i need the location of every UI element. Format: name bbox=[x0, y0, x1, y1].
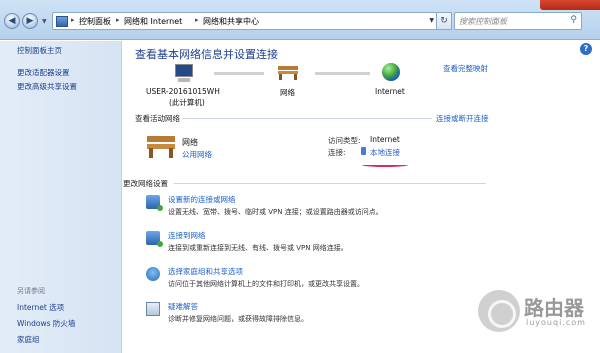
left-link-change-advanced-sharing[interactable]: 更改高级共享设置 bbox=[17, 81, 77, 92]
forward-button[interactable]: ▶ bbox=[22, 13, 38, 29]
homegroup-icon bbox=[146, 267, 160, 281]
search-box[interactable]: 搜索控制面板 ⚲ bbox=[454, 12, 582, 30]
watermark-text: 路由器 bbox=[524, 296, 584, 320]
close-window-button[interactable] bbox=[540, 0, 600, 10]
active-networks-title: 查看活动网络 bbox=[135, 114, 180, 123]
map-connector bbox=[315, 72, 370, 75]
chevron-right-icon: ▸ bbox=[71, 16, 75, 24]
connect-to-network-desc: 连接到或重新连接到无线、有线、拨号或 VPN 网络连接。 bbox=[168, 244, 348, 252]
left-link-internet-options[interactable]: Internet 选项 bbox=[17, 302, 64, 313]
highlight-annotation bbox=[362, 163, 408, 167]
refresh-button[interactable]: ↻ bbox=[436, 12, 452, 30]
breadcrumb-control-panel[interactable]: 控制面板 bbox=[79, 16, 111, 27]
address-bar[interactable]: ▸ 控制面板 ▸ 网络和 Internet ▸ 网络和共享中心 ▼ bbox=[52, 12, 438, 30]
refresh-icon: ↻ bbox=[440, 16, 448, 26]
local-connection-icon bbox=[361, 147, 366, 155]
router-logo-icon bbox=[478, 290, 520, 332]
breadcrumb-network-sharing-center[interactable]: 网络和共享中心 bbox=[203, 16, 259, 27]
chevron-right-icon: ▸ bbox=[195, 16, 199, 24]
search-input[interactable]: 搜索控制面板 bbox=[459, 16, 507, 27]
access-type-value: Internet bbox=[370, 135, 400, 144]
chevron-right-icon: ▸ bbox=[116, 16, 120, 24]
computer-name: USER-20161015WH bbox=[146, 87, 220, 96]
connection-label: 连接: bbox=[328, 148, 346, 157]
access-type-label: 访问类型: bbox=[328, 136, 361, 145]
network-bench-icon bbox=[147, 136, 175, 158]
divider bbox=[174, 183, 486, 184]
homegroup-sharing-desc: 访问位于其他网络计算机上的文件和打印机，或更改共享设置。 bbox=[168, 280, 364, 288]
connect-to-network-link[interactable]: 连接到网络 bbox=[168, 230, 206, 241]
map-internet-label: Internet bbox=[375, 87, 405, 96]
watermark-url: luyouqi.com bbox=[526, 318, 586, 327]
help-button[interactable]: ? bbox=[580, 43, 592, 55]
network-name: 网络 bbox=[182, 138, 198, 147]
breadcrumb-network-internet[interactable]: 网络和 Internet bbox=[124, 16, 182, 27]
help-icon: ? bbox=[583, 44, 589, 53]
setup-connection-link[interactable]: 设置新的连接或网络 bbox=[168, 194, 236, 205]
view-full-map-link[interactable]: 查看完整映射 bbox=[443, 63, 488, 74]
page-title: 查看基本网络信息并设置连接 bbox=[135, 48, 278, 61]
homegroup-sharing-link[interactable]: 选择家庭组和共享选项 bbox=[168, 266, 243, 277]
divider bbox=[182, 118, 432, 119]
left-pane: 控制面板主页 更改适配器设置 更改高级共享设置 另请参阅 Internet 选项… bbox=[0, 41, 122, 353]
connect-network-icon bbox=[146, 231, 163, 247]
troubleshoot-desc: 诊断并修复网络问题，或获得故障排除信息。 bbox=[168, 315, 308, 323]
local-connection-link[interactable]: 本地连接 bbox=[370, 147, 400, 158]
map-connector bbox=[214, 72, 264, 75]
forward-arrow-icon: ▶ bbox=[26, 16, 34, 26]
left-link-windows-firewall[interactable]: Windows 防火墙 bbox=[17, 318, 75, 329]
troubleshoot-icon bbox=[146, 302, 160, 316]
left-link-homegroup[interactable]: 家庭组 bbox=[17, 334, 40, 345]
computer-icon bbox=[173, 64, 195, 84]
left-link-change-adapter-settings[interactable]: 更改适配器设置 bbox=[17, 67, 70, 78]
network-type-link[interactable]: 公用网络 bbox=[182, 149, 212, 160]
computer-caption: (此计算机) bbox=[169, 98, 205, 107]
search-icon[interactable]: ⚲ bbox=[570, 15, 577, 25]
back-button[interactable]: ◀ bbox=[4, 13, 20, 29]
recent-pages-dropdown-icon[interactable]: ▼ bbox=[42, 18, 47, 25]
left-link-control-panel-home[interactable]: 控制面板主页 bbox=[17, 45, 62, 56]
setup-connection-desc: 设置无线、宽带、拨号、临时或 VPN 连接；或设置路由器或访问点。 bbox=[168, 208, 383, 216]
map-network-label: 网络 bbox=[280, 88, 295, 97]
see-also-title: 另请参阅 bbox=[17, 287, 45, 295]
network-setup-icon bbox=[146, 195, 163, 211]
network-bench-icon bbox=[278, 66, 298, 80]
connect-disconnect-link[interactable]: 连接或断开连接 bbox=[436, 113, 489, 124]
internet-globe-icon bbox=[382, 63, 400, 81]
address-dropdown-icon[interactable]: ▼ bbox=[429, 17, 434, 24]
title-bar: ◀ ▶ ▼ ▸ 控制面板 ▸ 网络和 Internet ▸ 网络和共享中心 ▼ … bbox=[0, 0, 600, 40]
back-arrow-icon: ◀ bbox=[8, 16, 16, 26]
change-settings-title: 更改网络设置 bbox=[123, 179, 168, 188]
control-panel-icon bbox=[56, 16, 68, 27]
troubleshoot-link[interactable]: 疑难解答 bbox=[168, 301, 198, 312]
